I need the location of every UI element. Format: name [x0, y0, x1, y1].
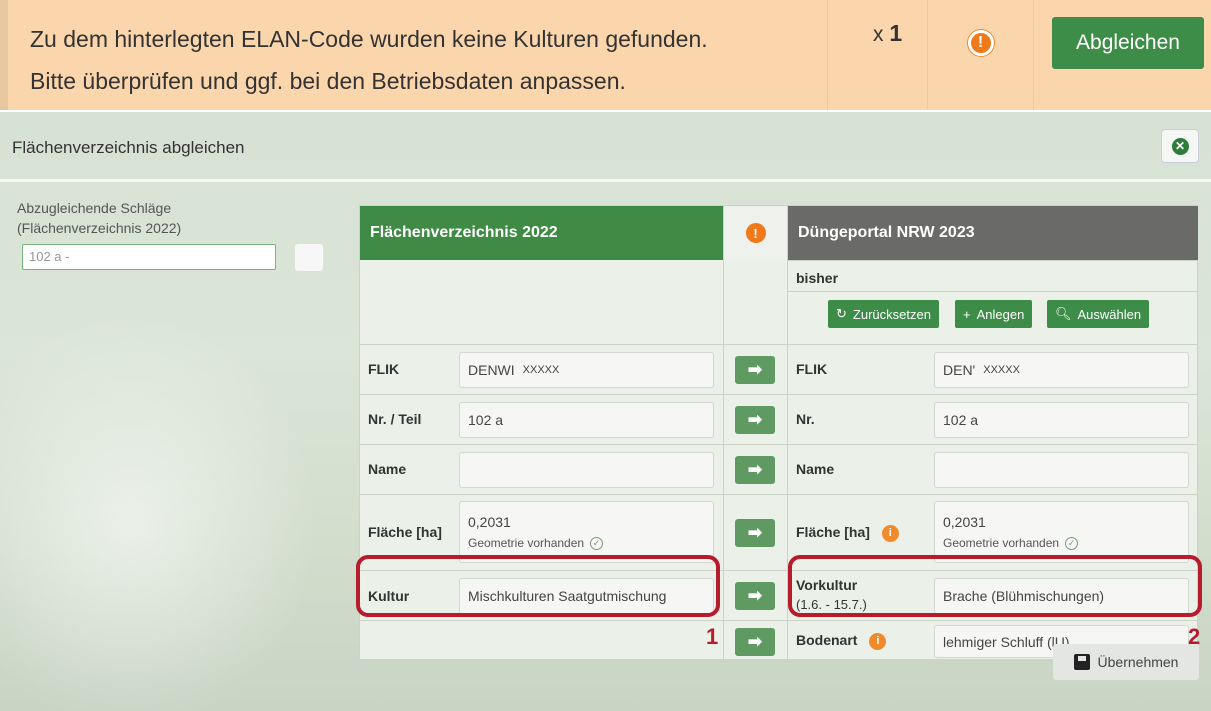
highlight-box-1 — [356, 555, 720, 617]
row-nr-left: Nr. / Teil 102 a — [360, 394, 723, 444]
reset-button[interactable]: ↻ Zurücksetzen — [828, 300, 939, 328]
row-nr-right: Nr. 102 a — [788, 394, 1198, 444]
check-icon: ✓ — [590, 536, 604, 550]
warning-icon: ! — [967, 30, 994, 56]
bisher-label: bisher — [796, 270, 839, 286]
marker-1: 1 — [706, 624, 719, 649]
sidebar-label-line1: Abzugleichende Schläge — [17, 200, 172, 216]
right-column-header: Düngeportal NRW 2023 — [788, 206, 1198, 260]
banner-message-line2: Bitte überprüfen und ggf. bei den Betrie… — [30, 68, 626, 94]
flik-prefix-right: DEN' — [943, 362, 976, 378]
flaeche-value-left: 0,2031 — [468, 514, 511, 530]
flik-prefix-left: DENWI — [468, 362, 515, 378]
flik-mask-left: XXXXX — [522, 364, 560, 376]
flik-field-right: DEN' XXXXX — [934, 352, 1189, 388]
reset-label: Zurücksetzen — [852, 306, 931, 322]
row-name-left: Name — [360, 444, 723, 494]
name-field-left — [459, 452, 714, 488]
flik-label: FLIK — [368, 361, 400, 377]
abgleichen-button[interactable]: Abgleichen — [1052, 17, 1204, 69]
geometry-note-left: Geometrie vorhanden — [468, 536, 585, 550]
flik-field-left: DENWI XXXXX — [459, 352, 714, 388]
save-icon — [1073, 654, 1090, 670]
flik-mask-right: XXXXX — [983, 364, 1020, 376]
sidebar-label-line2: (Flächenverzeichnis 2022) — [17, 220, 182, 236]
count-value: 1 — [889, 20, 903, 46]
left-column-header: Flächenverzeichnis 2022 — [360, 206, 723, 260]
transfer-name-button[interactable]: ➡ — [735, 456, 775, 484]
uebernehmen-button[interactable]: Übernehmen — [1053, 644, 1199, 680]
sidebar-label: Abzugleichende Schläge (Flächenverzeichn… — [17, 198, 181, 238]
row-flik-left: FLIK DENWI XXXXX — [360, 344, 723, 394]
banner-action: Abgleichen — [1034, 0, 1211, 110]
dialog-header: Flächenverzeichnis abgleichen ✕ — [0, 112, 1211, 182]
select-label: Auswählen — [1077, 306, 1142, 322]
plot-select-input[interactable]: 102 a - — [22, 244, 276, 270]
check-icon: ✓ — [1065, 536, 1079, 550]
compare-dialog: Flächenverzeichnis abgleichen ✕ Abzuglei… — [0, 112, 1211, 711]
transfer-column-header: ! — [724, 206, 787, 260]
transfer-flaeche-button[interactable]: ➡ — [735, 519, 775, 547]
dialog-title: Flächenverzeichnis abgleichen — [12, 138, 245, 157]
transfer-nr-button[interactable]: ➡ — [735, 406, 775, 434]
flik-label-right: FLIK — [796, 361, 828, 377]
search-icon: 🔍︎ — [1055, 306, 1072, 321]
row-flik-right: FLIK DEN' XXXXX — [788, 344, 1198, 394]
close-button[interactable]: ✕ — [1161, 129, 1199, 163]
banner-message-line1: Zu dem hinterlegten ELAN-Code wurden kei… — [30, 26, 708, 52]
banner-message: Zu dem hinterlegten ELAN-Code wurden kei… — [8, 0, 828, 110]
name-label-right: Name — [796, 461, 835, 477]
banner-warning: ! — [928, 0, 1034, 110]
nr-field-left: 102 a — [459, 402, 714, 438]
banner-count: x 1 — [828, 0, 928, 110]
highlight-box-2 — [788, 555, 1202, 617]
flaeche-label: Fläche [ha] — [368, 524, 442, 540]
select-button[interactable]: 🔍︎ Auswählen — [1047, 300, 1150, 328]
add-button[interactable]: + Anlegen — [955, 300, 1033, 328]
name-field-right — [934, 452, 1189, 488]
geometry-note-right: Geometrie vorhanden — [943, 536, 1060, 550]
transfer-column: ! ➡ ➡ ➡ ➡ ➡ ➡ — [724, 206, 788, 659]
nr-field-right: 102 a — [934, 402, 1189, 438]
flaeche-label-right: Fläche [ha] i — [796, 524, 899, 542]
count-prefix: x — [873, 23, 884, 46]
transfer-flik-button[interactable]: ➡ — [735, 356, 775, 384]
info-icon: i — [881, 524, 899, 542]
transfer-bodenart-button[interactable]: ➡ — [735, 628, 775, 656]
nr-label: Nr. / Teil — [368, 411, 422, 427]
warning-icon: ! — [745, 223, 766, 243]
bodenart-label: Bodenart i — [796, 632, 887, 650]
name-label: Name — [368, 461, 407, 477]
nr-label-right: Nr. — [796, 411, 815, 427]
reset-icon: ↻ — [836, 306, 847, 321]
plot-checkbox[interactable] — [295, 244, 323, 271]
close-icon: ✕ — [1171, 137, 1189, 155]
info-icon: i — [869, 632, 887, 650]
transfer-kultur-button[interactable]: ➡ — [735, 582, 775, 610]
flaeche-field-right: 0,2031 Geometrie vorhanden ✓ — [934, 501, 1189, 563]
uebernehmen-label: Übernehmen — [1097, 654, 1179, 670]
add-label: Anlegen — [976, 306, 1025, 322]
notification-banner: Zu dem hinterlegten ELAN-Code wurden kei… — [0, 0, 1211, 110]
row-empty-left — [360, 620, 723, 661]
flaeche-value-right: 0,2031 — [943, 514, 986, 530]
flaeche-field-left: 0,2031 Geometrie vorhanden ✓ — [459, 501, 714, 563]
row-name-right: Name — [788, 444, 1198, 494]
plus-icon: + — [963, 306, 971, 322]
